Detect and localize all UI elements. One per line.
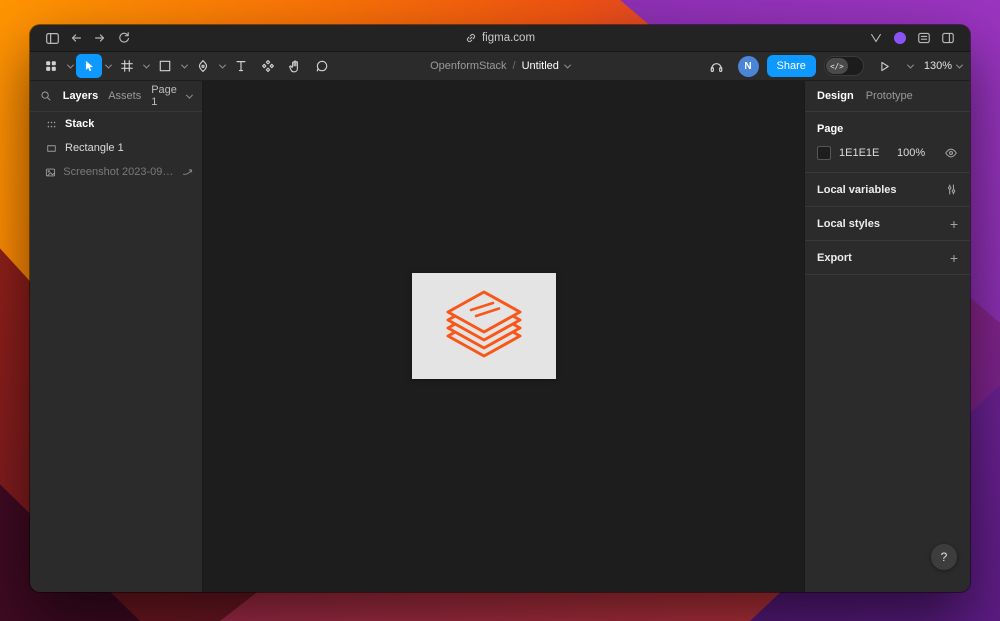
layers-panel-header: Layers Assets Page 1 bbox=[30, 81, 202, 112]
design-panel-tabs: Design Prototype bbox=[805, 81, 970, 112]
layer-row-stack[interactable]: Stack bbox=[30, 112, 202, 136]
profile-dot-icon[interactable] bbox=[888, 28, 912, 48]
local-variables-row[interactable]: Local variables bbox=[805, 173, 970, 207]
breadcrumb-file-name[interactable]: Untitled bbox=[522, 60, 559, 72]
page-selector-chevron bbox=[186, 91, 194, 98]
figma-window: figma.com OpenformStack / Untitled N Sha… bbox=[30, 25, 970, 592]
address-url: figma.com bbox=[481, 32, 536, 44]
text-tool-button[interactable] bbox=[228, 54, 254, 78]
comment-tool-button[interactable] bbox=[309, 54, 335, 78]
search-icon[interactable] bbox=[40, 90, 53, 102]
main-menu-button[interactable] bbox=[38, 54, 64, 78]
artboard-rectangle[interactable] bbox=[412, 273, 556, 379]
local-styles-row[interactable]: Local styles + bbox=[805, 207, 970, 241]
design-panel: Design Prototype Page 1E1E1E 100% Local … bbox=[804, 81, 970, 592]
layer-row-screenshot[interactable]: Screenshot 2023-09-15 ... bbox=[30, 160, 202, 184]
breadcrumb-separator: / bbox=[512, 60, 516, 72]
share-button[interactable]: Share bbox=[766, 55, 816, 77]
code-icon: </> bbox=[825, 58, 848, 74]
move-tool-button[interactable] bbox=[76, 54, 102, 78]
figma-toolbar: OpenformStack / Untitled N Share </> 130… bbox=[30, 52, 970, 81]
tab-layers[interactable]: Layers bbox=[63, 90, 98, 102]
export-row[interactable]: Export + bbox=[805, 241, 970, 275]
avatar[interactable]: N bbox=[737, 55, 759, 77]
canvas[interactable] bbox=[203, 81, 804, 592]
zoom-level: 130% bbox=[923, 60, 952, 72]
layer-name: Stack bbox=[65, 118, 95, 130]
reader-icon[interactable] bbox=[912, 28, 936, 48]
shape-tool-button[interactable] bbox=[152, 54, 178, 78]
help-button[interactable]: ? bbox=[931, 544, 957, 570]
adjust-icon[interactable] bbox=[945, 183, 958, 196]
component-grid-icon bbox=[44, 119, 58, 130]
add-style-icon[interactable]: + bbox=[950, 217, 958, 231]
curved-arrow-icon[interactable] bbox=[182, 167, 194, 177]
breadcrumb-team[interactable]: OpenformStack bbox=[430, 60, 506, 72]
layers-panel: Layers Assets Page 1 Stack Rectangle 1 S… bbox=[30, 81, 203, 592]
forward-icon[interactable] bbox=[88, 28, 112, 48]
add-export-icon[interactable]: + bbox=[950, 251, 958, 265]
page-section-label: Page bbox=[817, 123, 844, 135]
sidebar-toggle-icon[interactable] bbox=[40, 28, 64, 48]
pen-tool-button[interactable] bbox=[190, 54, 216, 78]
dev-mode-toggle[interactable]: </> bbox=[823, 56, 864, 76]
link-icon bbox=[465, 32, 477, 44]
tab-prototype[interactable]: Prototype bbox=[866, 90, 913, 102]
local-styles-label: Local styles bbox=[817, 217, 880, 230]
hand-tool-button[interactable] bbox=[282, 54, 308, 78]
color-opacity-value[interactable]: 100% bbox=[897, 147, 925, 159]
layer-name: Screenshot 2023-09-15 ... bbox=[63, 166, 175, 178]
zoom-control[interactable]: 130% bbox=[923, 60, 964, 72]
frame-tool-chevron[interactable] bbox=[141, 54, 151, 78]
layer-row-rectangle[interactable]: Rectangle 1 bbox=[30, 136, 202, 160]
color-swatch[interactable] bbox=[817, 146, 831, 160]
breadcrumb: OpenformStack / Untitled bbox=[430, 52, 571, 80]
tab-assets[interactable]: Assets bbox=[108, 90, 141, 102]
browser-chrome: figma.com bbox=[30, 25, 970, 52]
file-menu-chevron[interactable] bbox=[563, 61, 571, 69]
page-selector[interactable]: Page 1 bbox=[151, 84, 194, 108]
v-logo-icon[interactable] bbox=[864, 28, 888, 48]
local-variables-label: Local variables bbox=[817, 183, 897, 196]
page-color-row: 1E1E1E 100% bbox=[817, 146, 958, 160]
tab-design[interactable]: Design bbox=[817, 90, 854, 102]
color-hex-value[interactable]: 1E1E1E bbox=[839, 147, 897, 159]
shape-tool-chevron[interactable] bbox=[179, 54, 189, 78]
zoom-chevron bbox=[955, 61, 964, 69]
visibility-eye-icon[interactable] bbox=[944, 146, 958, 160]
audio-headphones-button[interactable] bbox=[704, 54, 730, 78]
back-icon[interactable] bbox=[64, 28, 88, 48]
reload-icon[interactable] bbox=[112, 28, 136, 48]
move-tool-chevron[interactable] bbox=[103, 54, 113, 78]
main-menu-chevron[interactable] bbox=[65, 54, 75, 78]
tabs-icon[interactable] bbox=[936, 28, 960, 48]
address-bar[interactable]: figma.com bbox=[465, 25, 535, 51]
main-content: Layers Assets Page 1 Stack Rectangle 1 S… bbox=[30, 81, 970, 592]
rectangle-icon bbox=[44, 143, 58, 154]
component-tool-button[interactable] bbox=[255, 54, 281, 78]
layer-name: Rectangle 1 bbox=[65, 142, 124, 154]
image-icon bbox=[44, 167, 56, 178]
pen-tool-chevron[interactable] bbox=[217, 54, 227, 78]
present-chevron[interactable] bbox=[906, 54, 916, 78]
frame-tool-button[interactable] bbox=[114, 54, 140, 78]
export-label: Export bbox=[817, 251, 852, 264]
page-selector-label: Page 1 bbox=[151, 84, 177, 108]
stack-logo bbox=[428, 284, 540, 368]
present-button[interactable] bbox=[872, 54, 898, 78]
page-section: Page 1E1E1E 100% bbox=[805, 112, 970, 173]
